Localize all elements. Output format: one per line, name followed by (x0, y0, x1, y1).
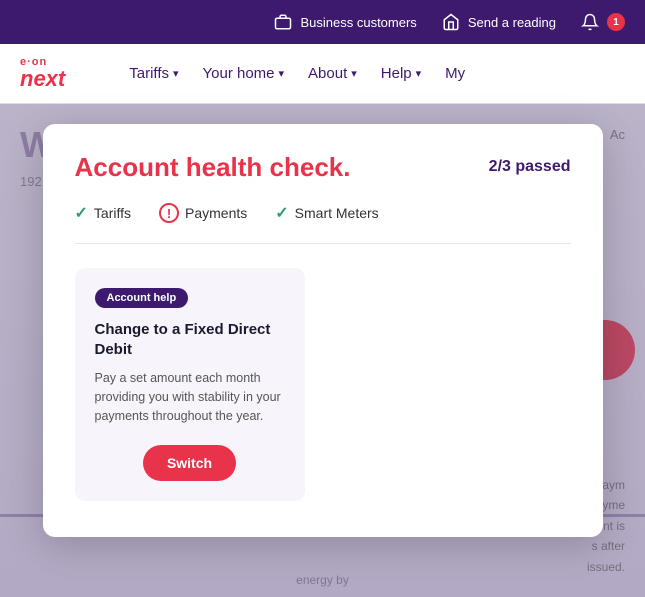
logo[interactable]: e·on next (20, 57, 65, 90)
modal-title: Account health check. (75, 152, 351, 183)
check-payments-label: Payments (185, 205, 247, 221)
modal-score: 2/3 passed (489, 152, 571, 176)
nav-about[interactable]: About ▾ (308, 65, 357, 82)
nav-your-home[interactable]: Your home ▾ (203, 65, 285, 82)
help-card: Account help Change to a Fixed Direct De… (75, 268, 305, 501)
check-payments: ! Payments (159, 203, 247, 223)
check-pass-icon: ✓ (75, 203, 88, 223)
nav-your-home-label: Your home (203, 65, 275, 82)
check-smart-meters: ✓ Smart Meters (275, 203, 378, 223)
modal-header: Account health check. 2/3 passed (75, 152, 571, 183)
notification-bell[interactable]: 1 (580, 12, 625, 32)
nav-tariffs[interactable]: Tariffs ▾ (129, 65, 178, 82)
send-reading-label: Send a reading (468, 15, 556, 30)
check-tariffs-label: Tariffs (94, 205, 131, 221)
logo-next: next (20, 68, 65, 90)
check-warning-icon: ! (159, 203, 179, 223)
chevron-down-icon: ▾ (173, 67, 179, 80)
card-title: Change to a Fixed Direct Debit (95, 320, 285, 359)
check-tariffs: ✓ Tariffs (75, 203, 132, 223)
switch-button[interactable]: Switch (143, 445, 236, 481)
bell-icon (580, 12, 600, 32)
chevron-down-icon: ▾ (416, 67, 422, 80)
health-check-modal: Account health check. 2/3 passed ✓ Tarif… (43, 124, 603, 537)
nav-help-label: Help (381, 65, 412, 82)
meter-icon (441, 12, 461, 32)
card-description: Pay a set amount each month providing yo… (95, 369, 285, 425)
nav-tariffs-label: Tariffs (129, 65, 169, 82)
top-utility-bar: Business customers Send a reading 1 (0, 0, 645, 44)
send-reading-link[interactable]: Send a reading (441, 12, 556, 32)
check-smart-meters-label: Smart Meters (295, 205, 379, 221)
business-customers-link[interactable]: Business customers (273, 12, 416, 32)
business-customers-label: Business customers (300, 15, 416, 30)
check-pass-icon-2: ✓ (275, 203, 288, 223)
notification-count: 1 (607, 13, 625, 31)
nav-help[interactable]: Help ▾ (381, 65, 421, 82)
check-items-row: ✓ Tariffs ! Payments ✓ Smart Meters (75, 203, 571, 244)
briefcase-icon (273, 12, 293, 32)
card-area: Account help Change to a Fixed Direct De… (75, 268, 571, 501)
chevron-down-icon: ▾ (351, 67, 357, 80)
modal-overlay: Account health check. 2/3 passed ✓ Tarif… (0, 104, 645, 597)
chevron-down-icon: ▾ (279, 67, 285, 80)
nav-my[interactable]: My (445, 65, 465, 82)
account-help-badge: Account help (95, 288, 189, 308)
nav-my-label: My (445, 65, 465, 82)
main-nav: e·on next Tariffs ▾ Your home ▾ About ▾ … (0, 44, 645, 104)
nav-about-label: About (308, 65, 347, 82)
